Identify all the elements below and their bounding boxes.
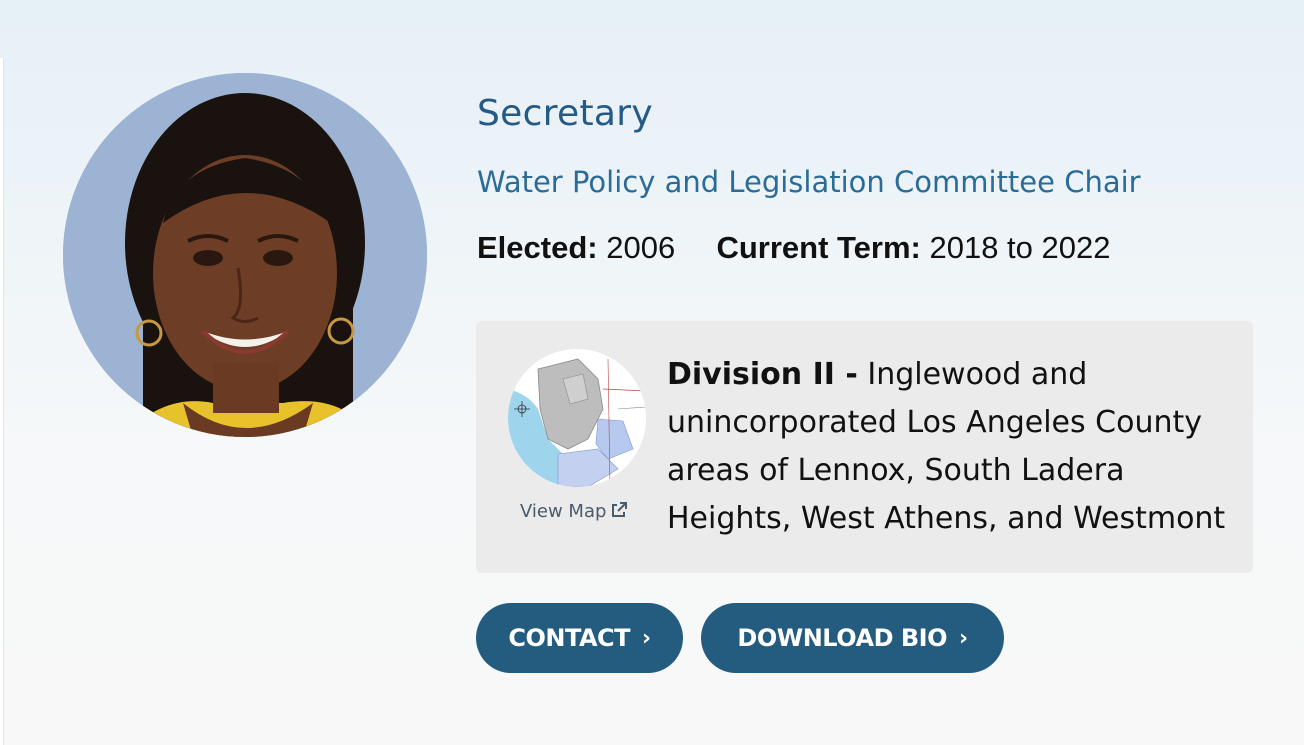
contact-button[interactable]: CONTACT › xyxy=(476,603,683,673)
external-link-icon xyxy=(612,502,628,517)
page-edge xyxy=(0,58,4,745)
elected-value: 2006 xyxy=(606,230,676,265)
term-info: Elected: 2006 Current Term: 2018 to 2022 xyxy=(477,230,1111,266)
download-bio-button[interactable]: DOWNLOAD BIO › xyxy=(701,603,1004,673)
committee-role: Water Policy and Legislation Committee C… xyxy=(477,165,1141,199)
download-bio-button-label: DOWNLOAD BIO xyxy=(737,624,947,652)
view-map-link[interactable]: View Map xyxy=(520,501,628,522)
division-name: Division II - xyxy=(667,357,858,392)
division-map-thumbnail[interactable] xyxy=(508,349,646,487)
page-title: Secretary xyxy=(477,93,653,134)
contact-button-label: CONTACT xyxy=(508,624,631,652)
division-description: Division II - Inglewood and unincorporat… xyxy=(667,351,1237,543)
chevron-right-icon: › xyxy=(642,625,651,651)
view-map-label: View Map xyxy=(520,501,607,522)
elected-label: Elected: xyxy=(477,230,598,265)
term-label: Current Term: xyxy=(716,230,921,265)
profile-photo xyxy=(63,73,427,437)
chevron-right-icon: › xyxy=(958,625,968,651)
term-value: 2018 to 2022 xyxy=(929,230,1111,265)
division-card: View Map Division II - Inglewood and uni… xyxy=(476,321,1253,573)
